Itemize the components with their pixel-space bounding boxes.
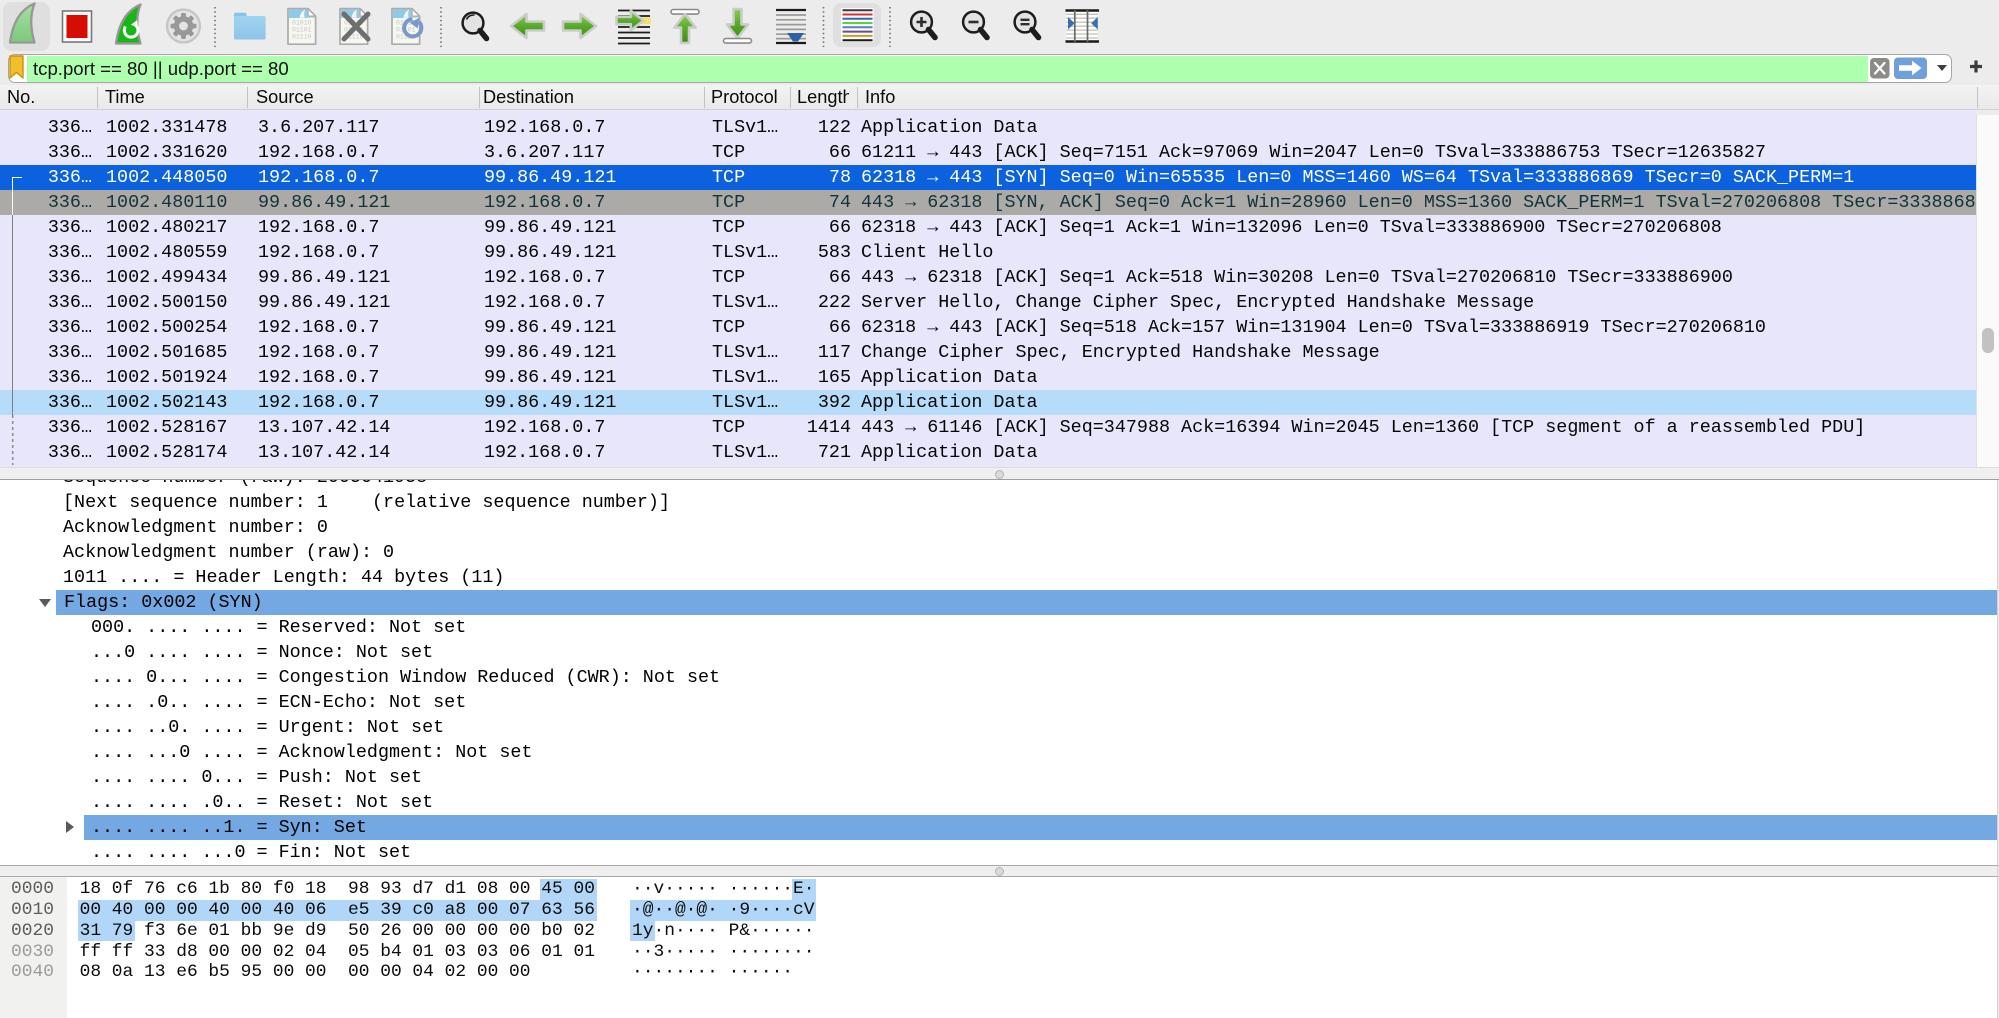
- svg-text:01010: 01010: [292, 20, 312, 27]
- svg-text:01101: 01101: [292, 27, 312, 34]
- svg-text:01110: 01110: [292, 34, 312, 41]
